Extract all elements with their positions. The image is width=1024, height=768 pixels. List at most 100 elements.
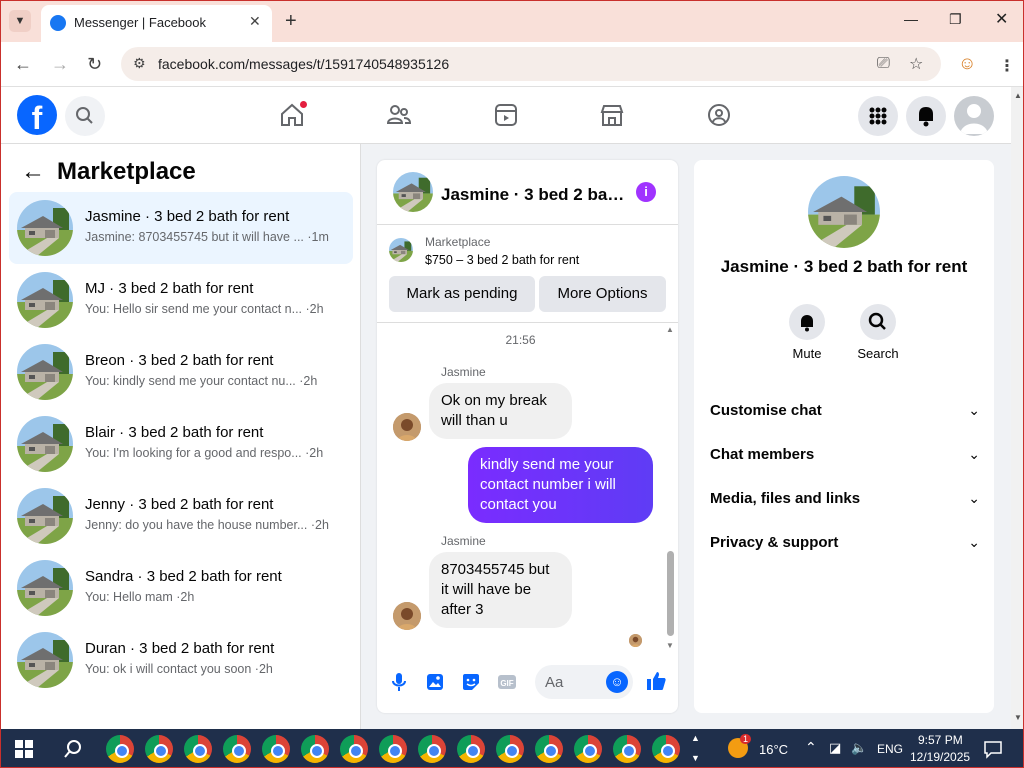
reload-button[interactable]: ↻ [87, 54, 102, 75]
section-label: Media, files and links [710, 490, 861, 507]
mark-as-pending-button[interactable]: Mark as pending [389, 276, 535, 312]
conversation-item[interactable]: Duran · 3 bed 2 bath for rent You: ok i w… [9, 624, 353, 696]
sender-avatar[interactable] [393, 413, 421, 441]
omnibox[interactable]: ⚙ facebook.com/messages/t/15917405489351… [121, 47, 941, 81]
install-app-icon[interactable]: ⎚ [877, 55, 890, 73]
gif-icon[interactable]: GIF [496, 671, 518, 693]
privacy-support-section[interactable]: Privacy & support ⌄ [710, 522, 980, 566]
close-tab-icon[interactable]: ✕ [249, 13, 261, 30]
house-photo-icon [17, 272, 73, 328]
clock-date[interactable]: 12/19/2025 [910, 750, 970, 764]
thread-scrollbar[interactable]: ▲ ▼ [664, 323, 678, 655]
photo-icon[interactable] [424, 671, 446, 693]
mute-button[interactable]: Mute [777, 304, 837, 361]
close-window-button[interactable]: ✕ [995, 9, 1008, 29]
info-icon[interactable]: i [636, 182, 656, 202]
conversation-item[interactable]: Jasmine · 3 bed 2 bath for rent Jasmine: … [9, 192, 353, 264]
windows-start-icon[interactable] [15, 740, 33, 758]
scroll-down-icon[interactable]: ▼ [666, 641, 674, 650]
chrome-taskbar-icon[interactable] [496, 735, 524, 763]
clock-time[interactable]: 9:57 PM [918, 733, 963, 747]
search-label: Search [857, 346, 899, 361]
restore-button[interactable]: ❐ [949, 11, 962, 28]
conversation-item[interactable]: Sandra · 3 bed 2 bath for rent You: Hello… [9, 552, 353, 624]
groups-icon[interactable] [705, 101, 733, 129]
chrome-taskbar-icon[interactable] [262, 735, 290, 763]
volume-icon[interactable]: 🔈 [851, 740, 867, 756]
taskbar-overflow-down-icon[interactable]: ▼ [691, 753, 700, 763]
emoji-icon[interactable]: ☺ [606, 671, 628, 693]
chrome-taskbar-icon[interactable] [613, 735, 641, 763]
back-button[interactable]: ← [14, 54, 32, 75]
new-tab-button[interactable]: + [285, 10, 297, 33]
chrome-taskbar-icon[interactable] [652, 735, 680, 763]
chrome-taskbar-icon[interactable] [145, 735, 173, 763]
listing-thumbnail[interactable] [389, 238, 413, 262]
search-in-chat-button[interactable]: Search [848, 304, 908, 361]
weather-temp[interactable]: 16°C [759, 742, 788, 757]
chrome-taskbar-icon[interactable] [184, 735, 212, 763]
weather-badge: 1 [740, 734, 752, 744]
search-button[interactable] [65, 96, 105, 136]
forward-button[interactable]: → [51, 54, 69, 75]
chrome-taskbar-icon[interactable] [223, 735, 251, 763]
menu-kebab-icon[interactable]: ⋮ [999, 56, 1015, 76]
more-options-button[interactable]: More Options [539, 276, 666, 312]
site-info-icon[interactable]: ⚙ [133, 55, 146, 72]
notifications-button[interactable] [906, 96, 946, 136]
conversation-item[interactable]: Jenny · 3 bed 2 bath for rent Jenny: do y… [9, 480, 353, 552]
friends-icon[interactable] [385, 101, 413, 129]
house-photo-icon [17, 632, 73, 688]
chat-members-section[interactable]: Chat members ⌄ [710, 434, 980, 478]
chrome-taskbar-icon[interactable] [418, 735, 446, 763]
tab-search-dropdown[interactable]: ▼ [9, 10, 31, 32]
tray-chevron-up-icon[interactable]: ⌃ [805, 739, 817, 756]
chrome-taskbar-icon[interactable] [106, 735, 134, 763]
customise-chat-section[interactable]: Customise chat ⌄ [710, 390, 980, 434]
facebook-logo-icon[interactable]: f [17, 95, 57, 136]
conversation-item[interactable]: Breon · 3 bed 2 bath for rent You: kindly… [9, 336, 353, 408]
media-files-links-section[interactable]: Media, files and links ⌄ [710, 478, 980, 522]
chrome-taskbar-icon[interactable] [574, 735, 602, 763]
listing-title[interactable]: $750 – 3 bed 2 bath for rent [425, 253, 579, 267]
microphone-icon[interactable] [388, 671, 410, 693]
minimize-button[interactable]: — [904, 11, 918, 27]
taskbar-overflow-up-icon[interactable]: ▲ [691, 733, 700, 743]
notification-center-icon[interactable] [983, 739, 1003, 759]
person-photo-icon [629, 634, 642, 647]
meet-now-icon[interactable]: ◪ [829, 740, 841, 756]
video-icon[interactable] [492, 101, 520, 129]
sender-avatar[interactable] [393, 602, 421, 630]
page-scrollbar[interactable]: ▲ ▼ [1011, 87, 1023, 729]
profile-icon[interactable]: ☺ [958, 53, 976, 74]
scroll-up-icon[interactable]: ▲ [1014, 91, 1022, 100]
language-indicator[interactable]: ENG [877, 742, 903, 756]
url-text[interactable]: facebook.com/messages/t/1591740548935126 [158, 56, 449, 72]
menu-button[interactable] [858, 96, 898, 136]
chat-avatar[interactable] [393, 172, 433, 212]
scroll-thumb[interactable] [667, 551, 674, 636]
chat-title[interactable]: Jasmine · 3 bed 2 bath for rent [441, 185, 626, 205]
account-avatar[interactable] [954, 96, 994, 136]
details-avatar[interactable] [808, 176, 880, 248]
scroll-up-icon[interactable]: ▲ [666, 325, 674, 334]
conversation-item[interactable]: MJ · 3 bed 2 bath for rent You: Hello sir… [9, 264, 353, 336]
chat-panel: Jasmine · 3 bed 2 bath for rent i Market… [377, 160, 678, 713]
chrome-taskbar-icon[interactable] [457, 735, 485, 763]
chrome-taskbar-icon[interactable] [379, 735, 407, 763]
conversation-item[interactable]: Blair · 3 bed 2 bath for rent You: I'm lo… [9, 408, 353, 480]
back-arrow-icon[interactable]: ← [21, 158, 47, 186]
sticker-icon[interactable] [460, 671, 482, 693]
chrome-taskbar-icon[interactable] [535, 735, 563, 763]
chrome-taskbar-icon[interactable] [340, 735, 368, 763]
bookmark-star-icon[interactable]: ☆ [909, 54, 923, 74]
message-input[interactable]: Aa ☺ [535, 665, 633, 699]
active-tab[interactable]: Messenger | Facebook ✕ [41, 5, 272, 42]
marketplace-icon[interactable] [598, 101, 626, 129]
tab-strip: ▼ Messenger | Facebook ✕ + — ❐ ✕ [1, 1, 1023, 42]
taskbar-search-icon[interactable] [63, 739, 83, 759]
svg-text:GIF: GIF [500, 679, 513, 688]
scroll-down-icon[interactable]: ▼ [1014, 713, 1022, 722]
thumbs-up-icon[interactable] [644, 669, 668, 693]
chrome-taskbar-icon[interactable] [301, 735, 329, 763]
